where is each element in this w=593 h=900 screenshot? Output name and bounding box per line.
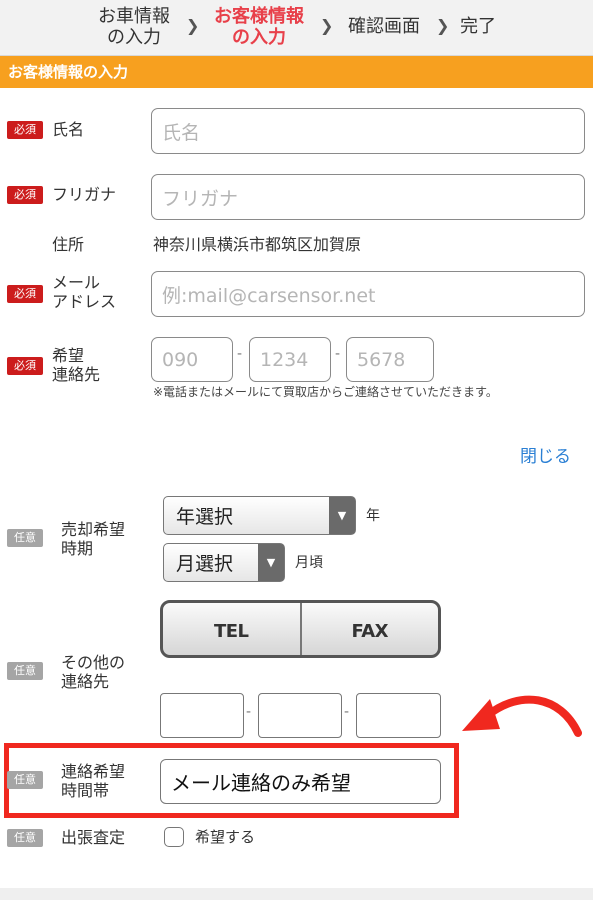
other-contact-part3-input[interactable] (356, 693, 441, 738)
step-progress-bar: お車情報 の入力 ❯ お客様情報 の入力 ❯ 確認画面 ❯ 完了 (0, 0, 593, 56)
name-label: 氏名 (52, 120, 85, 139)
sale-period-label-line2: 時期 (61, 539, 94, 558)
fax-toggle-button[interactable]: FAX (299, 603, 439, 655)
optional-badge: 任意 (7, 662, 43, 680)
email-label-line1: メール (52, 273, 101, 292)
appraisal-checkbox-label[interactable]: 希望する (195, 828, 255, 846)
dropdown-arrow-icon: ▼ (258, 544, 284, 581)
close-link[interactable]: 閉じる (520, 442, 571, 467)
address-value: 神奈川県横浜市都筑区加賀原 (153, 235, 362, 254)
other-contact-separator: - (344, 704, 350, 720)
step-car-info: お車情報 の入力 (92, 6, 176, 48)
email-input[interactable]: 例:mail@carsensor.net (151, 271, 585, 317)
appraisal-label: 出張査定 (61, 828, 126, 847)
optional-badge: 任意 (7, 771, 43, 789)
other-contact-label-line1: その他の (61, 653, 126, 672)
required-badge: 必須 (7, 285, 43, 303)
chevron-right-icon: ❯ (320, 16, 334, 35)
phone-separator: - (335, 346, 341, 362)
other-contact-label-line2: 連絡先 (61, 672, 110, 691)
other-contact-part2-input[interactable] (258, 693, 342, 738)
required-badge: 必須 (7, 186, 43, 204)
required-badge: 必須 (7, 357, 43, 375)
phone-label-line1: 希望 (52, 346, 85, 365)
step-customer-info-line1: お客様情報 (214, 6, 304, 27)
optional-badge: 任意 (7, 529, 43, 547)
year-select[interactable]: 年選択 ▼ (163, 496, 356, 535)
month-select-value: 月選択 (176, 553, 234, 575)
section-header: お客様情報の入力 (0, 56, 593, 88)
step-customer-info: お客様情報 の入力 (206, 6, 312, 48)
phone-separator: - (237, 346, 243, 362)
other-contact-separator: - (246, 704, 252, 720)
phone-part1-input[interactable]: 090 (151, 337, 233, 382)
dropdown-arrow-icon: ▼ (329, 497, 355, 534)
contact-time-select[interactable]: メール連絡のみ希望 (160, 759, 441, 804)
phone-note: ※電話またはメールにて買取店からご連絡させていただきます。 (153, 385, 498, 399)
month-suffix: 月頃 (295, 555, 323, 571)
contact-time-label-line2: 時間帯 (61, 781, 110, 800)
name-input[interactable]: 氏名 (151, 108, 585, 154)
step-confirm-label: 確認画面 (348, 16, 420, 37)
month-select[interactable]: 月選択 ▼ (163, 543, 285, 582)
phone-part3-input[interactable]: 5678 (346, 337, 434, 382)
phone-part2-input[interactable]: 1234 (249, 337, 331, 382)
optional-badge: 任意 (7, 829, 43, 847)
contact-time-label-line1: 連絡希望 (61, 762, 126, 781)
tel-fax-toggle[interactable]: TEL FAX (160, 600, 441, 658)
annotation-arrow-icon (462, 695, 582, 737)
footer-bar (0, 888, 593, 900)
step-confirm: 確認画面 (342, 16, 426, 37)
email-label-line2: アドレス (52, 292, 117, 311)
step-complete-label: 完了 (460, 16, 496, 37)
address-label: 住所 (52, 235, 85, 254)
tel-toggle-button[interactable]: TEL (163, 603, 300, 655)
year-select-value: 年選択 (176, 506, 234, 528)
other-contact-part1-input[interactable] (160, 693, 244, 738)
furigana-input[interactable]: フリガナ (151, 174, 585, 220)
required-badge: 必須 (7, 121, 43, 139)
year-suffix: 年 (366, 508, 380, 524)
appraisal-checkbox[interactable] (164, 827, 184, 847)
phone-label-line2: 連絡先 (52, 365, 101, 384)
step-car-info-line1: お車情報 (98, 6, 170, 27)
furigana-label: フリガナ (52, 185, 117, 204)
step-complete: 完了 (458, 16, 498, 37)
step-customer-info-line2: の入力 (232, 27, 286, 48)
sale-period-label-line1: 売却希望 (61, 520, 126, 539)
chevron-right-icon: ❯ (436, 16, 450, 35)
step-car-info-line2: の入力 (107, 27, 161, 48)
chevron-right-icon: ❯ (186, 16, 200, 35)
